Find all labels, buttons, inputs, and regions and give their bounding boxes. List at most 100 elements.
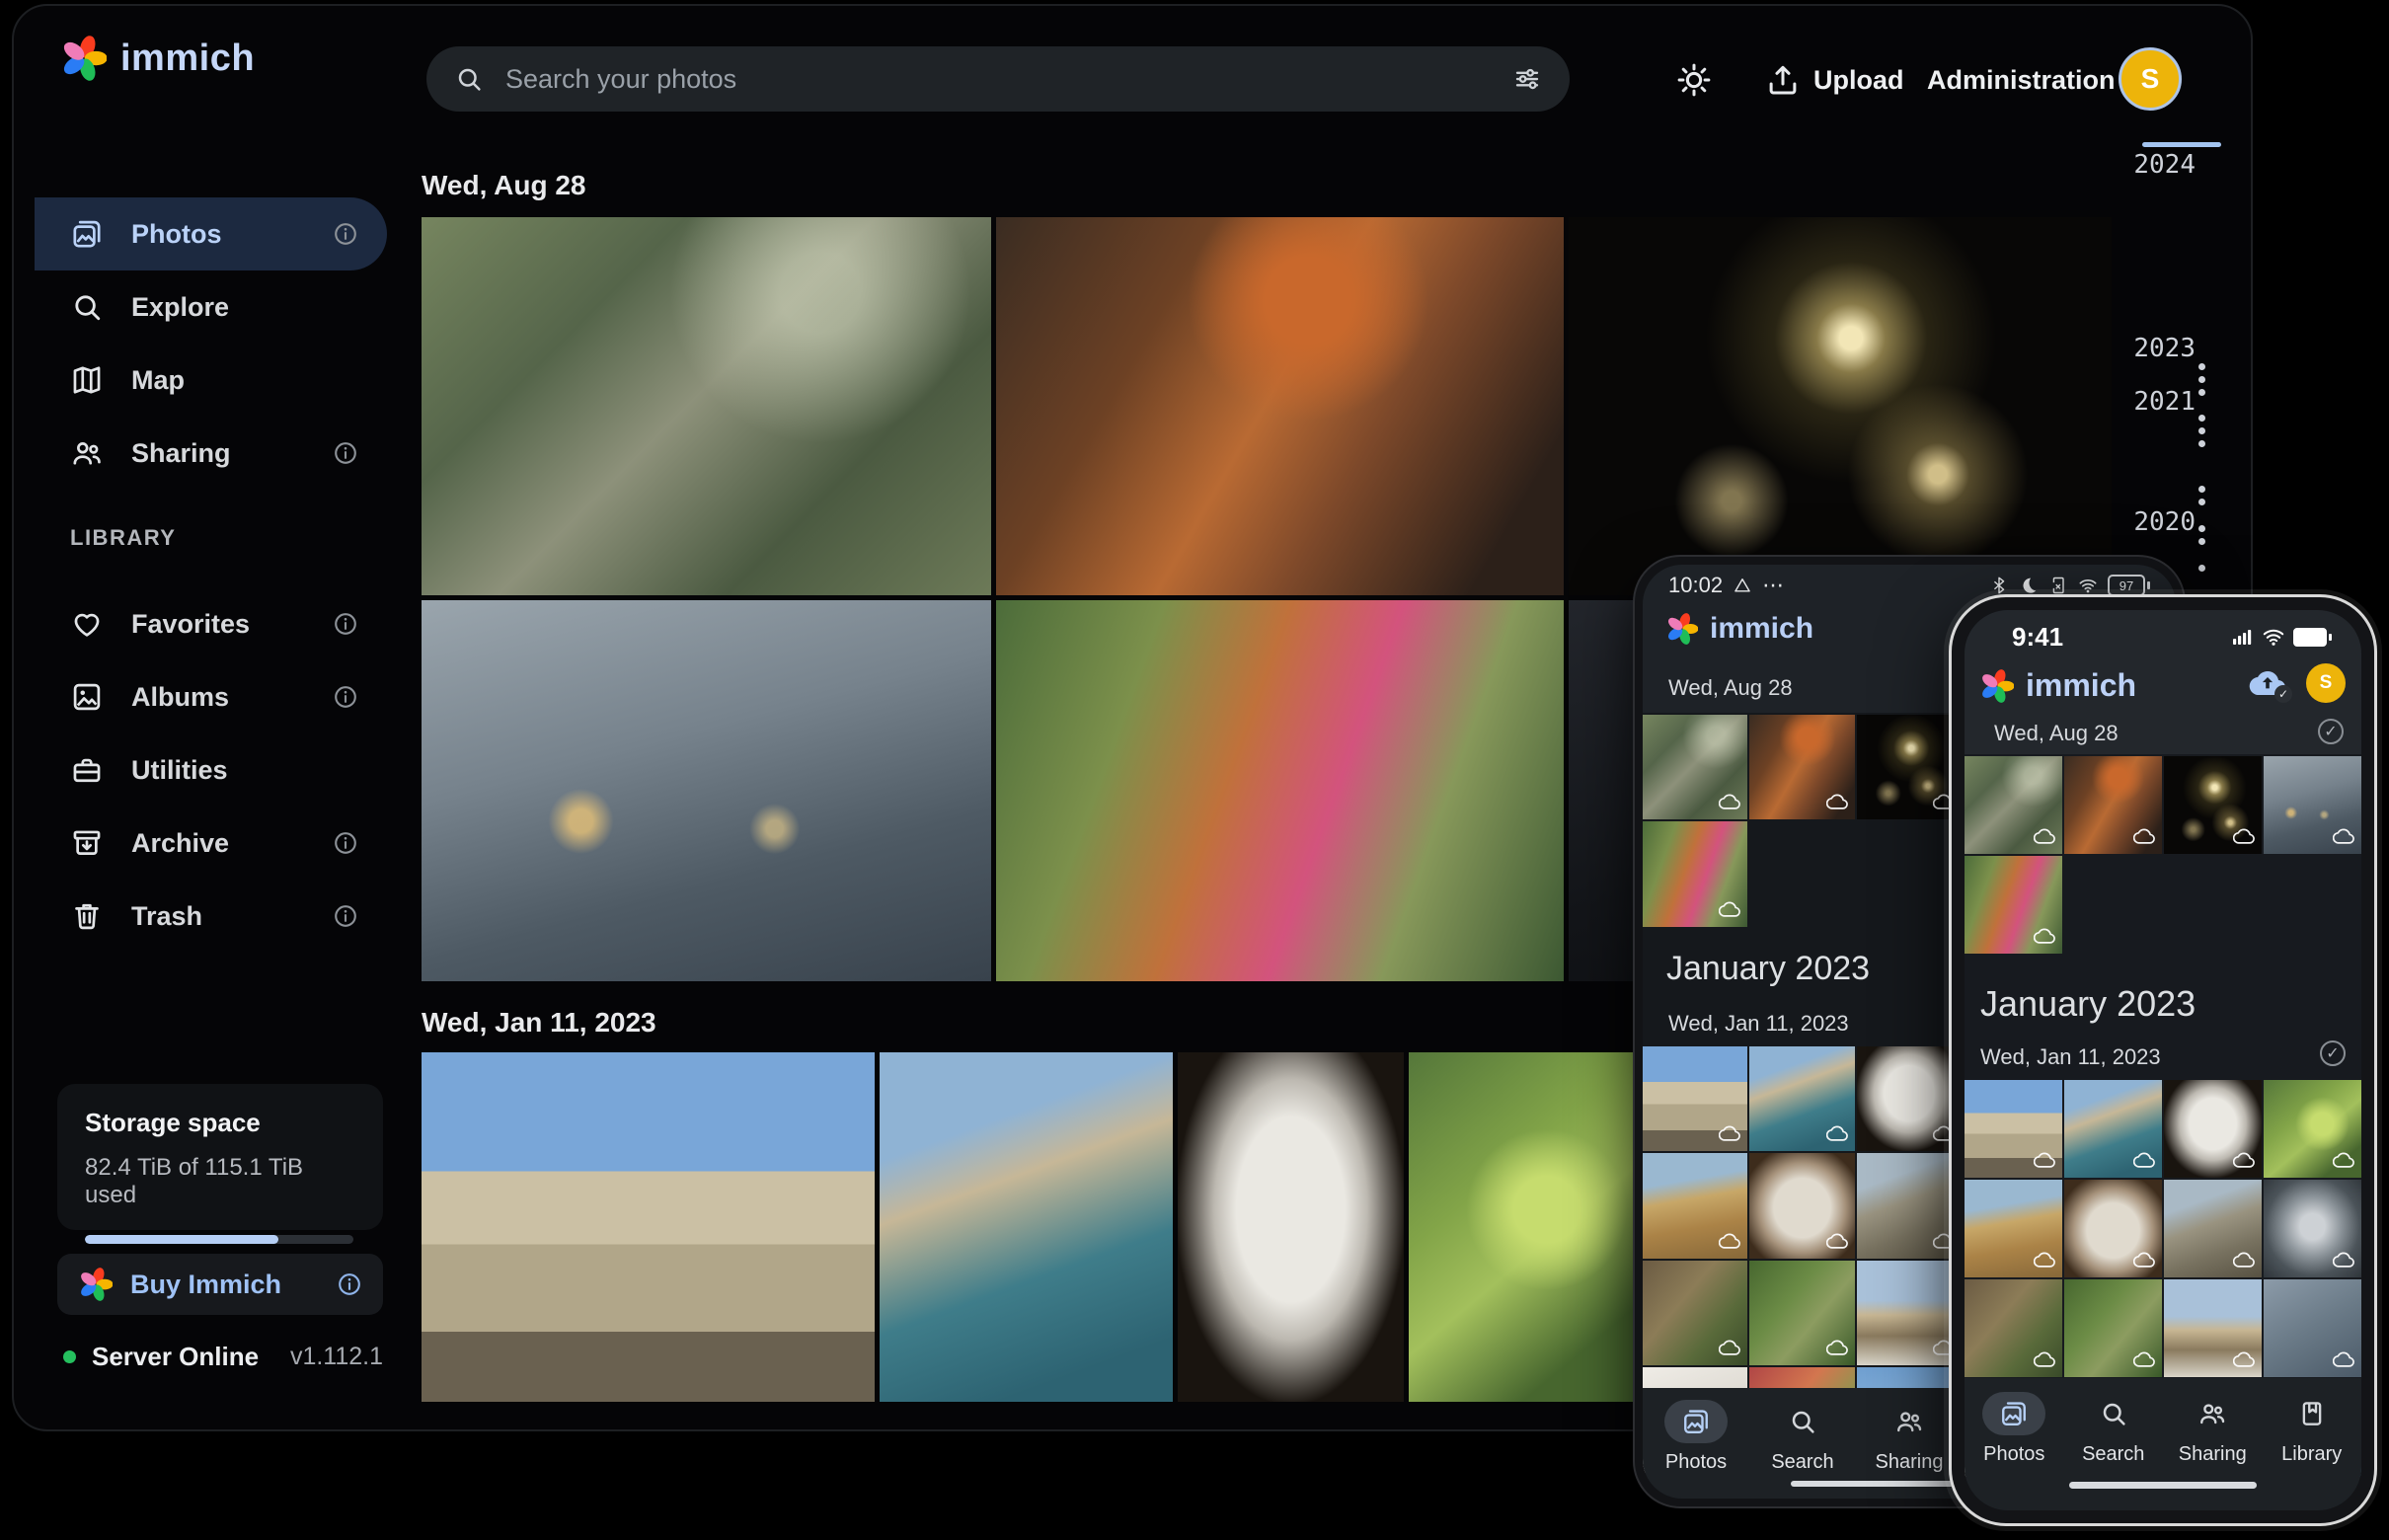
photo-thumbnail-ruins[interactable] — [2164, 1180, 2262, 1277]
photo-thumbnail-lizard2[interactable] — [1749, 1261, 1854, 1365]
photo-thumbnail-zoo[interactable] — [422, 217, 991, 595]
archive-icon — [70, 826, 104, 860]
photo-thumbnail-hands[interactable] — [422, 600, 991, 981]
phone2-status-bar: 9:41 — [1965, 622, 2361, 652]
administration-link[interactable]: Administration — [1927, 65, 2116, 96]
upload-button[interactable]: Upload — [1813, 65, 1904, 96]
photo-thumbnail-church[interactable] — [1857, 1261, 1962, 1365]
sidebar-item-archive[interactable]: Archive — [35, 807, 387, 880]
photo-thumbnail-castle[interactable] — [422, 1052, 875, 1402]
info-icon[interactable] — [332, 220, 359, 248]
photo-thumbnail-fireworks[interactable] — [1569, 217, 2112, 595]
info-icon[interactable] — [332, 902, 359, 930]
phone1-month-header: January 2023 — [1666, 950, 1870, 988]
photo-thumbnail-fireworks[interactable] — [2164, 756, 2262, 854]
sidebar-item-favorites[interactable]: Favorites — [35, 587, 387, 660]
user-avatar[interactable]: S — [2119, 47, 2182, 111]
photo-thumbnail-bust[interactable] — [1178, 1052, 1404, 1402]
filter-tune-icon[interactable] — [1512, 64, 1542, 94]
photo-thumbnail-coast[interactable] — [1749, 1046, 1854, 1151]
app-name: immich — [120, 38, 255, 80]
toolbox-icon — [70, 753, 104, 787]
photo-thumbnail-bridge[interactable] — [2264, 1279, 2361, 1377]
photo-thumbnail-berries[interactable] — [2264, 1080, 2361, 1178]
phone2-screen: 9:41 immich ✓ S Wed, Aug 28 ✓ January 20 — [1965, 610, 2361, 1510]
info-icon[interactable] — [332, 829, 359, 857]
photo-thumbnail-lizard1[interactable] — [1965, 1279, 2062, 1377]
server-status-row: Server Online v1.112.1 — [57, 1337, 383, 1376]
cloud-backup-icon — [1719, 1231, 1740, 1253]
photo-thumbnail-castle[interactable] — [1643, 1046, 1747, 1151]
photo-thumbnail-lizard1[interactable] — [1643, 1261, 1747, 1365]
timeline-year-2020[interactable]: 2020 — [2124, 507, 2196, 537]
phone2-nav-sharing[interactable]: Sharing — [2163, 1392, 2263, 1466]
photo-thumbnail-lizard2[interactable] — [2064, 1279, 2162, 1377]
cloud-backup-icon — [1826, 1231, 1848, 1253]
phone2-nav-photos[interactable]: Photos — [1965, 1392, 2064, 1466]
info-icon[interactable] — [332, 439, 359, 467]
timeline-position-indicator[interactable] — [2142, 142, 2221, 147]
info-icon[interactable] — [332, 610, 359, 638]
sidebar-item-sharing[interactable]: Sharing — [35, 417, 387, 490]
user-avatar[interactable]: S — [2306, 663, 2346, 703]
phone2-nav-library[interactable]: Library — [2263, 1392, 2362, 1466]
theme-toggle-sun-icon[interactable] — [1675, 61, 1713, 99]
photo-thumbnail-dinner-table[interactable] — [996, 217, 1564, 595]
timeline-year-2024[interactable]: 2024 — [2124, 150, 2196, 180]
photo-thumbnail-bust[interactable] — [2164, 1080, 2262, 1178]
photo-thumbnail-beach[interactable] — [1643, 1153, 1747, 1258]
upload-icon[interactable] — [1764, 61, 1802, 99]
search-input[interactable] — [503, 63, 1493, 96]
phone1-nav-photos[interactable]: Photos — [1643, 1400, 1749, 1474]
info-icon[interactable] — [332, 683, 359, 711]
photo-thumbnail-table[interactable] — [2064, 756, 2162, 854]
photo-thumbnail-zoo[interactable] — [1643, 715, 1747, 819]
photo-thumbnail-church[interactable] — [2164, 1279, 2262, 1377]
cell-signal-icon — [2230, 625, 2254, 649]
buy-immich-button[interactable]: Buy Immich — [57, 1254, 383, 1315]
app-logo[interactable]: immich — [61, 36, 255, 81]
sidebar-item-map[interactable]: Map — [35, 344, 387, 417]
phone2-nav-search[interactable]: Search — [2064, 1392, 2164, 1466]
search-bar[interactable] — [426, 46, 1570, 112]
trash-icon — [70, 899, 104, 933]
photo-thumbnail-bust[interactable] — [1857, 1046, 1962, 1151]
timeline-year-2023[interactable]: 2023 — [2124, 334, 2196, 363]
photo-thumbnail-ruins[interactable] — [1857, 1153, 1962, 1258]
phone1-nav-search[interactable]: Search — [1749, 1400, 1856, 1474]
photo-thumbnail-castle[interactable] — [1965, 1080, 2062, 1178]
immich-logo-icon — [1980, 669, 2014, 703]
photo-thumbnail-table[interactable] — [1749, 715, 1854, 819]
phone2-month-header: January 2023 — [1980, 983, 2196, 1025]
photo-thumbnail-berries[interactable] — [1409, 1052, 1639, 1402]
photo-thumbnail-zoo[interactable] — [1965, 756, 2062, 854]
photo-thumbnail-autumn[interactable] — [1965, 856, 2062, 954]
photo-thumbnail-coast[interactable] — [2064, 1080, 2162, 1178]
select-day-checkmark[interactable]: ✓ — [2318, 719, 2344, 744]
select-day-checkmark[interactable]: ✓ — [2320, 1040, 2346, 1066]
photo-thumbnail-autumn[interactable] — [1643, 821, 1747, 926]
photo-thumbnail-trophy[interactable] — [2264, 1180, 2361, 1277]
screenshot-canvas: immich Upload Administration S Photos Ex — [0, 0, 2389, 1540]
library-section-header: LIBRARY — [70, 525, 176, 551]
sidebar-item-trash[interactable]: Trash — [35, 880, 387, 953]
photo-thumbnail-sculpt[interactable] — [1749, 1153, 1854, 1258]
info-icon[interactable] — [336, 1270, 363, 1298]
photo-thumbnail-fireworks[interactable] — [1857, 715, 1962, 819]
cloud-backup-icon — [2034, 1349, 2055, 1371]
photo-thumbnail-coast-tower[interactable] — [880, 1052, 1173, 1402]
sidebar-item-photos[interactable]: Photos — [35, 197, 387, 270]
immich-logo-icon — [1666, 613, 1698, 645]
backup-cloud-icon[interactable]: ✓ — [2245, 665, 2290, 701]
photo-thumbnail-hands[interactable] — [2264, 756, 2361, 854]
sidebar-item-utilities[interactable]: Utilities — [35, 733, 387, 807]
photo-thumbnail-sculpt[interactable] — [2064, 1180, 2162, 1277]
photo-thumbnail-autumn-path[interactable] — [996, 600, 1564, 981]
cloud-backup-icon — [2233, 1349, 2255, 1371]
cloud-backup-icon — [1826, 1338, 1848, 1359]
sidebar-item-albums[interactable]: Albums — [35, 660, 387, 733]
timeline-year-2021[interactable]: 2021 — [2124, 387, 2196, 417]
phone1-nav-sharing[interactable]: Sharing — [1856, 1400, 1963, 1474]
photo-thumbnail-beach[interactable] — [1965, 1180, 2062, 1277]
sidebar-item-explore[interactable]: Explore — [35, 270, 387, 344]
